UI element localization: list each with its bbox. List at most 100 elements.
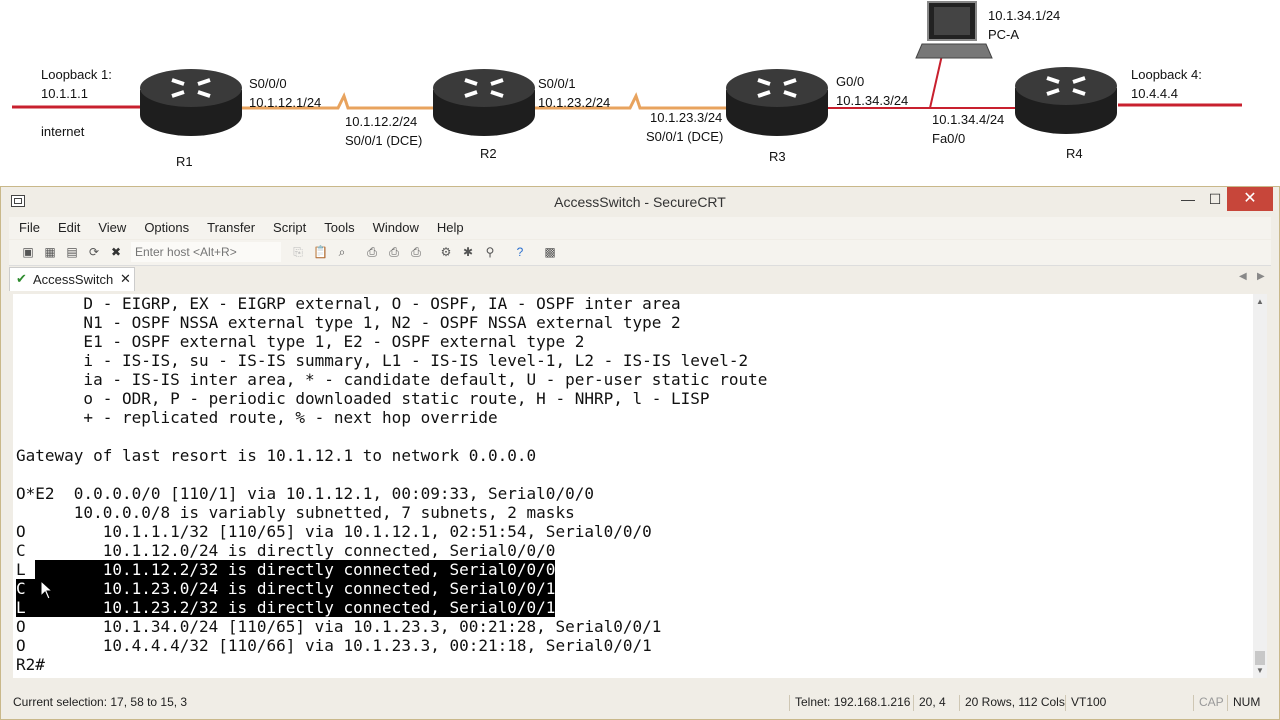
- status-divider: [789, 695, 790, 711]
- network-topology-diagram: Loopback 1: 10.1.1.1 internet R1 S0/0/0 …: [0, 0, 1280, 186]
- selected-text: 10.1.23.0/24 is directly connected, Seri…: [35, 579, 556, 598]
- router-r1-icon: [140, 69, 242, 136]
- minimize-button[interactable]: —: [1173, 187, 1203, 211]
- r3-right-ip-label: 10.1.34.3/24: [836, 93, 909, 108]
- menu-bar: File Edit View Options Transfer Script Tools Wi…: [9, 217, 1271, 239]
- print-icon[interactable]: ⎙: [365, 245, 379, 259]
- r4-interface-label: Fa0/0: [932, 131, 966, 146]
- router-r1-label: R1: [176, 154, 193, 169]
- pc-a-icon: [915, 1, 993, 59]
- terminal-line: o - ODR, P - periodic downloaded static …: [16, 389, 710, 408]
- status-divider: [1065, 695, 1066, 711]
- menu-script[interactable]: Script: [267, 217, 314, 239]
- host-input[interactable]: [131, 242, 281, 262]
- selected-route-code: L: [16, 598, 36, 617]
- toolbar: ▣ ▦ ▤ ⟳ ✖ ⎘ 📋 ⌕ ⎙ ⎙ ⎙ ⚙ ✱ ⚲ ? ▩: [9, 240, 1271, 266]
- terminal-line: E1 - OSPF external type 1, E2 - OSPF ext…: [16, 332, 585, 351]
- quick-connect-icon[interactable]: ▦: [43, 245, 57, 259]
- copy-icon[interactable]: ⎘: [291, 245, 305, 259]
- router-r3-label: R3: [769, 149, 786, 164]
- terminal-line: N1 - OSPF NSSA external type 1, N2 - OSP…: [16, 313, 681, 332]
- r2-right-ip-label: 10.1.23.2/24: [538, 95, 611, 110]
- status-emulation: VT100: [1071, 695, 1107, 709]
- status-bar: Current selection: 17, 58 to 15, 3 Telne…: [9, 693, 1271, 713]
- print-selection-icon[interactable]: ⎙: [387, 245, 401, 259]
- menu-file[interactable]: File: [13, 217, 48, 239]
- session-options-icon[interactable]: ⚙: [439, 245, 453, 259]
- terminal-line: O 10.4.4.4/32 [110/66] via 10.1.23.3, 00…: [16, 636, 652, 655]
- selected-route-code: C: [16, 579, 36, 598]
- tab-close-icon[interactable]: ✕: [120, 271, 131, 287]
- pc-a-label: PC-A: [988, 27, 1020, 42]
- menu-edit[interactable]: Edit: [52, 217, 88, 239]
- terminal-line: O*E2 0.0.0.0/0 [110/1] via 10.1.12.1, 00…: [16, 484, 594, 503]
- menu-tools[interactable]: Tools: [318, 217, 362, 239]
- maximize-button[interactable]: ☐: [1200, 187, 1230, 211]
- menu-view[interactable]: View: [92, 217, 134, 239]
- disconnect-icon[interactable]: ✖: [109, 245, 123, 259]
- route-code: L: [16, 560, 36, 579]
- terminal-line: D - EIGRP, EX - EIGRP external, O - OSPF…: [16, 294, 681, 313]
- status-terminal-size: 20 Rows, 112 Cols: [965, 695, 1065, 709]
- terminal-line: 10.0.0.0/8 is variably subnetted, 7 subn…: [16, 503, 575, 522]
- securecrt-window: AccessSwitch - SecureCRT — ☐ ✕ File Edit V…: [0, 186, 1280, 720]
- ethernet-link-pc: [929, 54, 943, 109]
- terminal-scrollbar[interactable]: ▲ ▼: [1253, 294, 1267, 678]
- router-r2-label: R2: [480, 146, 497, 161]
- status-num-lock: NUM: [1233, 695, 1261, 709]
- help-icon[interactable]: ?: [513, 245, 527, 259]
- window-title: AccessSwitch - SecureCRT: [554, 194, 726, 210]
- status-divider: [959, 695, 960, 711]
- r4-loopback-label: Loopback 4:: [1131, 67, 1202, 82]
- terminal-line: C 10.1.12.0/24 is directly connected, Se…: [16, 541, 556, 560]
- r1-interface-label: S0/0/0: [249, 76, 287, 91]
- terminal-area[interactable]: D - EIGRP, EX - EIGRP external, O - OSPF…: [13, 294, 1253, 678]
- tab-scroll-left-icon[interactable]: ◀: [1239, 271, 1247, 282]
- r2-left-interface-label: S0/0/1 (DCE): [345, 133, 423, 148]
- r1-loopback-label: Loopback 1:: [41, 67, 112, 82]
- terminal-line: O 10.1.1.1/32 [110/65] via 10.1.12.1, 02…: [16, 522, 652, 541]
- connect-tab-icon[interactable]: ▤: [65, 245, 79, 259]
- r1-loopback-ip: 10.1.1.1: [41, 86, 88, 101]
- tab-label: AccessSwitch: [33, 272, 114, 287]
- paste-icon[interactable]: 📋: [313, 245, 328, 259]
- scroll-thumb[interactable]: [1255, 651, 1265, 665]
- status-cursor-position: 20, 4: [919, 695, 946, 709]
- scroll-down-icon[interactable]: ▼: [1256, 666, 1264, 675]
- status-caps-lock: CAP: [1199, 695, 1224, 709]
- menu-help[interactable]: Help: [431, 217, 472, 239]
- menu-options[interactable]: Options: [138, 217, 197, 239]
- router-r4-icon: [1015, 67, 1117, 134]
- scroll-up-icon[interactable]: ▲: [1256, 297, 1264, 306]
- find-icon[interactable]: ⌕: [335, 245, 349, 259]
- menu-transfer[interactable]: Transfer: [201, 217, 263, 239]
- reconnect-icon[interactable]: ⟳: [87, 245, 101, 259]
- r2-right-interface-label: S0/0/1: [538, 76, 576, 91]
- status-divider: [913, 695, 914, 711]
- global-options-icon[interactable]: ✱: [461, 245, 475, 259]
- tab-scroll-right-icon[interactable]: ▶: [1257, 271, 1265, 282]
- status-divider: [1193, 695, 1194, 711]
- pc-a-ip-label: 10.1.34.1/24: [988, 8, 1061, 23]
- sftp-icon[interactable]: ▩: [543, 245, 557, 259]
- title-bar[interactable]: AccessSwitch - SecureCRT — ☐ ✕: [1, 187, 1279, 217]
- keymap-icon[interactable]: ⚲: [483, 245, 497, 259]
- router-r3-icon: [726, 69, 828, 136]
- r4-loopback-ip: 10.4.4.4: [1131, 86, 1178, 101]
- print-setup-icon[interactable]: ⎙: [409, 245, 423, 259]
- mouse-cursor-icon: [40, 580, 54, 600]
- status-selection: Current selection: 17, 58 to 15, 3: [13, 695, 188, 709]
- close-button[interactable]: ✕: [1227, 187, 1273, 211]
- terminal-line: i - IS-IS, su - IS-IS summary, L1 - IS-I…: [16, 351, 749, 370]
- connect-icon[interactable]: ▣: [21, 245, 35, 259]
- r3-left-interface-label: S0/0/1 (DCE): [646, 129, 724, 144]
- router-r2-icon: [433, 69, 535, 136]
- menu-window[interactable]: Window: [367, 217, 427, 239]
- session-tab-bar: ✔ AccessSwitch ✕ ◀ ▶: [9, 267, 1271, 291]
- terminal-line: Gateway of last resort is 10.1.12.1 to n…: [16, 446, 537, 465]
- tab-accessswitch[interactable]: ✔ AccessSwitch ✕: [9, 267, 135, 291]
- r1-ip-label: 10.1.12.1/24: [249, 95, 322, 110]
- r3-left-ip-label: 10.1.23.3/24: [650, 110, 723, 125]
